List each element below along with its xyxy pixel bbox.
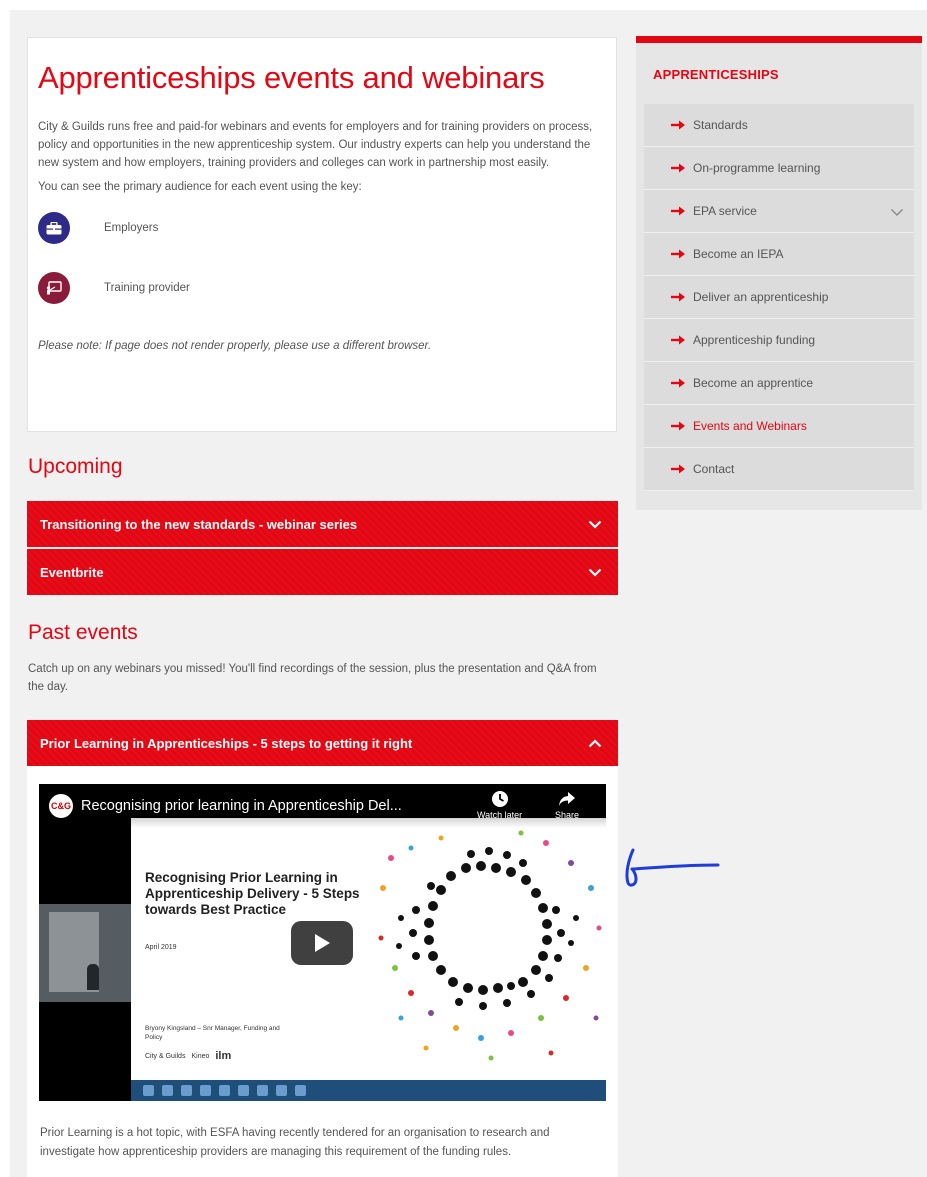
arrow-right-icon [671, 378, 685, 388]
webcam-feed [39, 904, 131, 1002]
intro-paragraph: City & Guilds runs free and paid-for web… [38, 121, 593, 169]
sidebar-item-become-an-iepa[interactable]: Become an IEPA [644, 233, 914, 276]
dot-pattern-graphic [378, 830, 602, 1061]
sidebar-item-become-an-apprentice[interactable]: Become an apprentice [644, 362, 914, 405]
sidebar-item-label: EPA service [693, 204, 757, 218]
presentation-icon [38, 272, 70, 304]
ilm-logo: ilm [215, 1050, 232, 1062]
accordion-label: Prior Learning in Apprenticeships - 5 st… [40, 735, 413, 751]
arrow-right-icon [671, 421, 685, 431]
sidebar-nav: Standards On-programme learning EPA serv… [644, 104, 914, 491]
sidebar-item-label: Become an IEPA [693, 247, 784, 261]
accordion-transitioning-webinar-series[interactable]: Transitioning to the new standards - web… [27, 501, 618, 547]
sidebar-item-deliver-an-apprenticeship[interactable]: Deliver an apprenticeship [644, 276, 914, 319]
arrow-right-icon [671, 163, 685, 173]
watch-later-button[interactable]: Watch later [477, 790, 522, 820]
clock-icon [491, 791, 508, 807]
video-player[interactable]: Recognising Prior Learning in Apprentice… [39, 784, 606, 1101]
channel-avatar[interactable]: C&G [47, 792, 75, 820]
sidebar: APPRENTICESHIPS Standards On-programme l… [636, 36, 922, 510]
presentation-slide: Recognising Prior Learning in Apprentice… [131, 818, 606, 1080]
sidebar-heading[interactable]: APPRENTICESHIPS [653, 67, 779, 82]
chevron-down-icon [588, 517, 602, 531]
sidebar-item-contact[interactable]: Contact [644, 448, 914, 491]
windows-taskbar [131, 1080, 606, 1101]
sidebar-item-label: Deliver an apprenticeship [693, 290, 829, 304]
past-events-description: Catch up on any webinars you missed! You… [28, 663, 597, 693]
sidebar-item-label: Apprenticeship funding [693, 333, 816, 347]
sidebar-item-epa-service[interactable]: EPA service [644, 190, 914, 233]
chevron-up-icon [588, 736, 602, 750]
kineo-logo: Kineo [191, 1052, 210, 1060]
upcoming-heading: Upcoming [28, 455, 123, 478]
key-training-provider: Training provider [38, 272, 606, 304]
play-icon [315, 934, 330, 952]
arrow-right-icon [671, 335, 685, 345]
intro-card: Apprenticeships events and webinars City… [27, 37, 617, 432]
sidebar-item-label: Become an apprentice [693, 376, 814, 390]
prior-learning-body: Prior Learning is a hot topic, with ESFA… [40, 1127, 550, 1158]
play-button[interactable] [291, 921, 353, 965]
arrow-right-icon [671, 249, 685, 259]
share-label: Share [555, 810, 580, 820]
sidebar-item-label: Standards [693, 118, 748, 132]
slide-date: April 2019 [145, 944, 177, 951]
arrow-right-icon [671, 464, 685, 474]
watch-later-label: Watch later [477, 810, 523, 820]
handwritten-arrow-annotation [625, 848, 720, 887]
past-events-heading: Past events [28, 621, 138, 644]
prior-learning-panel: Recognising Prior Learning in Apprentice… [27, 766, 618, 1177]
accordion-label: Eventbrite [40, 564, 104, 580]
chevron-down-icon [588, 565, 602, 579]
sidebar-item-events-and-webinars[interactable]: Events and Webinars [644, 405, 914, 448]
chevron-down-icon[interactable] [890, 204, 904, 222]
video-title[interactable]: Recognising prior learning in Apprentice… [81, 798, 433, 814]
sidebar-item-apprenticeship-funding[interactable]: Apprenticeship funding [644, 319, 914, 362]
briefcase-icon [38, 212, 70, 244]
slide-logos: City & Guilds Kineo ilm [145, 1050, 231, 1062]
arrow-right-icon [671, 120, 685, 130]
slide-presenter: Bryony Kingsland – Snr Manager, Funding … [145, 1025, 280, 1041]
sidebar-item-standards[interactable]: Standards [644, 104, 914, 147]
sidebar-item-label: On-programme learning [693, 161, 821, 175]
arrow-right-icon [671, 206, 685, 216]
share-icon [559, 792, 576, 806]
accordion-eventbrite[interactable]: Eventbrite [27, 549, 618, 595]
slide-title: Recognising Prior Learning in Apprentice… [145, 870, 360, 917]
page-title: Apprenticeships events and webinars [38, 60, 545, 95]
share-button[interactable]: Share [555, 790, 579, 820]
key-label-employers: Employers [104, 222, 159, 234]
audience-key-intro: You can see the primary audience for eac… [38, 181, 362, 193]
sidebar-item-on-programme-learning[interactable]: On-programme learning [644, 147, 914, 190]
city-guilds-logo: City & Guilds [145, 1052, 186, 1060]
accordion-prior-learning[interactable]: Prior Learning in Apprenticeships - 5 st… [27, 720, 618, 766]
arrow-right-icon [671, 292, 685, 302]
key-employers: Employers [38, 212, 606, 244]
sidebar-item-label: Events and Webinars [693, 419, 807, 433]
sidebar-item-label: Contact [693, 462, 735, 476]
key-label-training-provider: Training provider [104, 282, 190, 294]
accordion-label: Transitioning to the new standards - web… [40, 516, 358, 532]
browser-note: Please note: If page does not render pro… [38, 340, 432, 352]
